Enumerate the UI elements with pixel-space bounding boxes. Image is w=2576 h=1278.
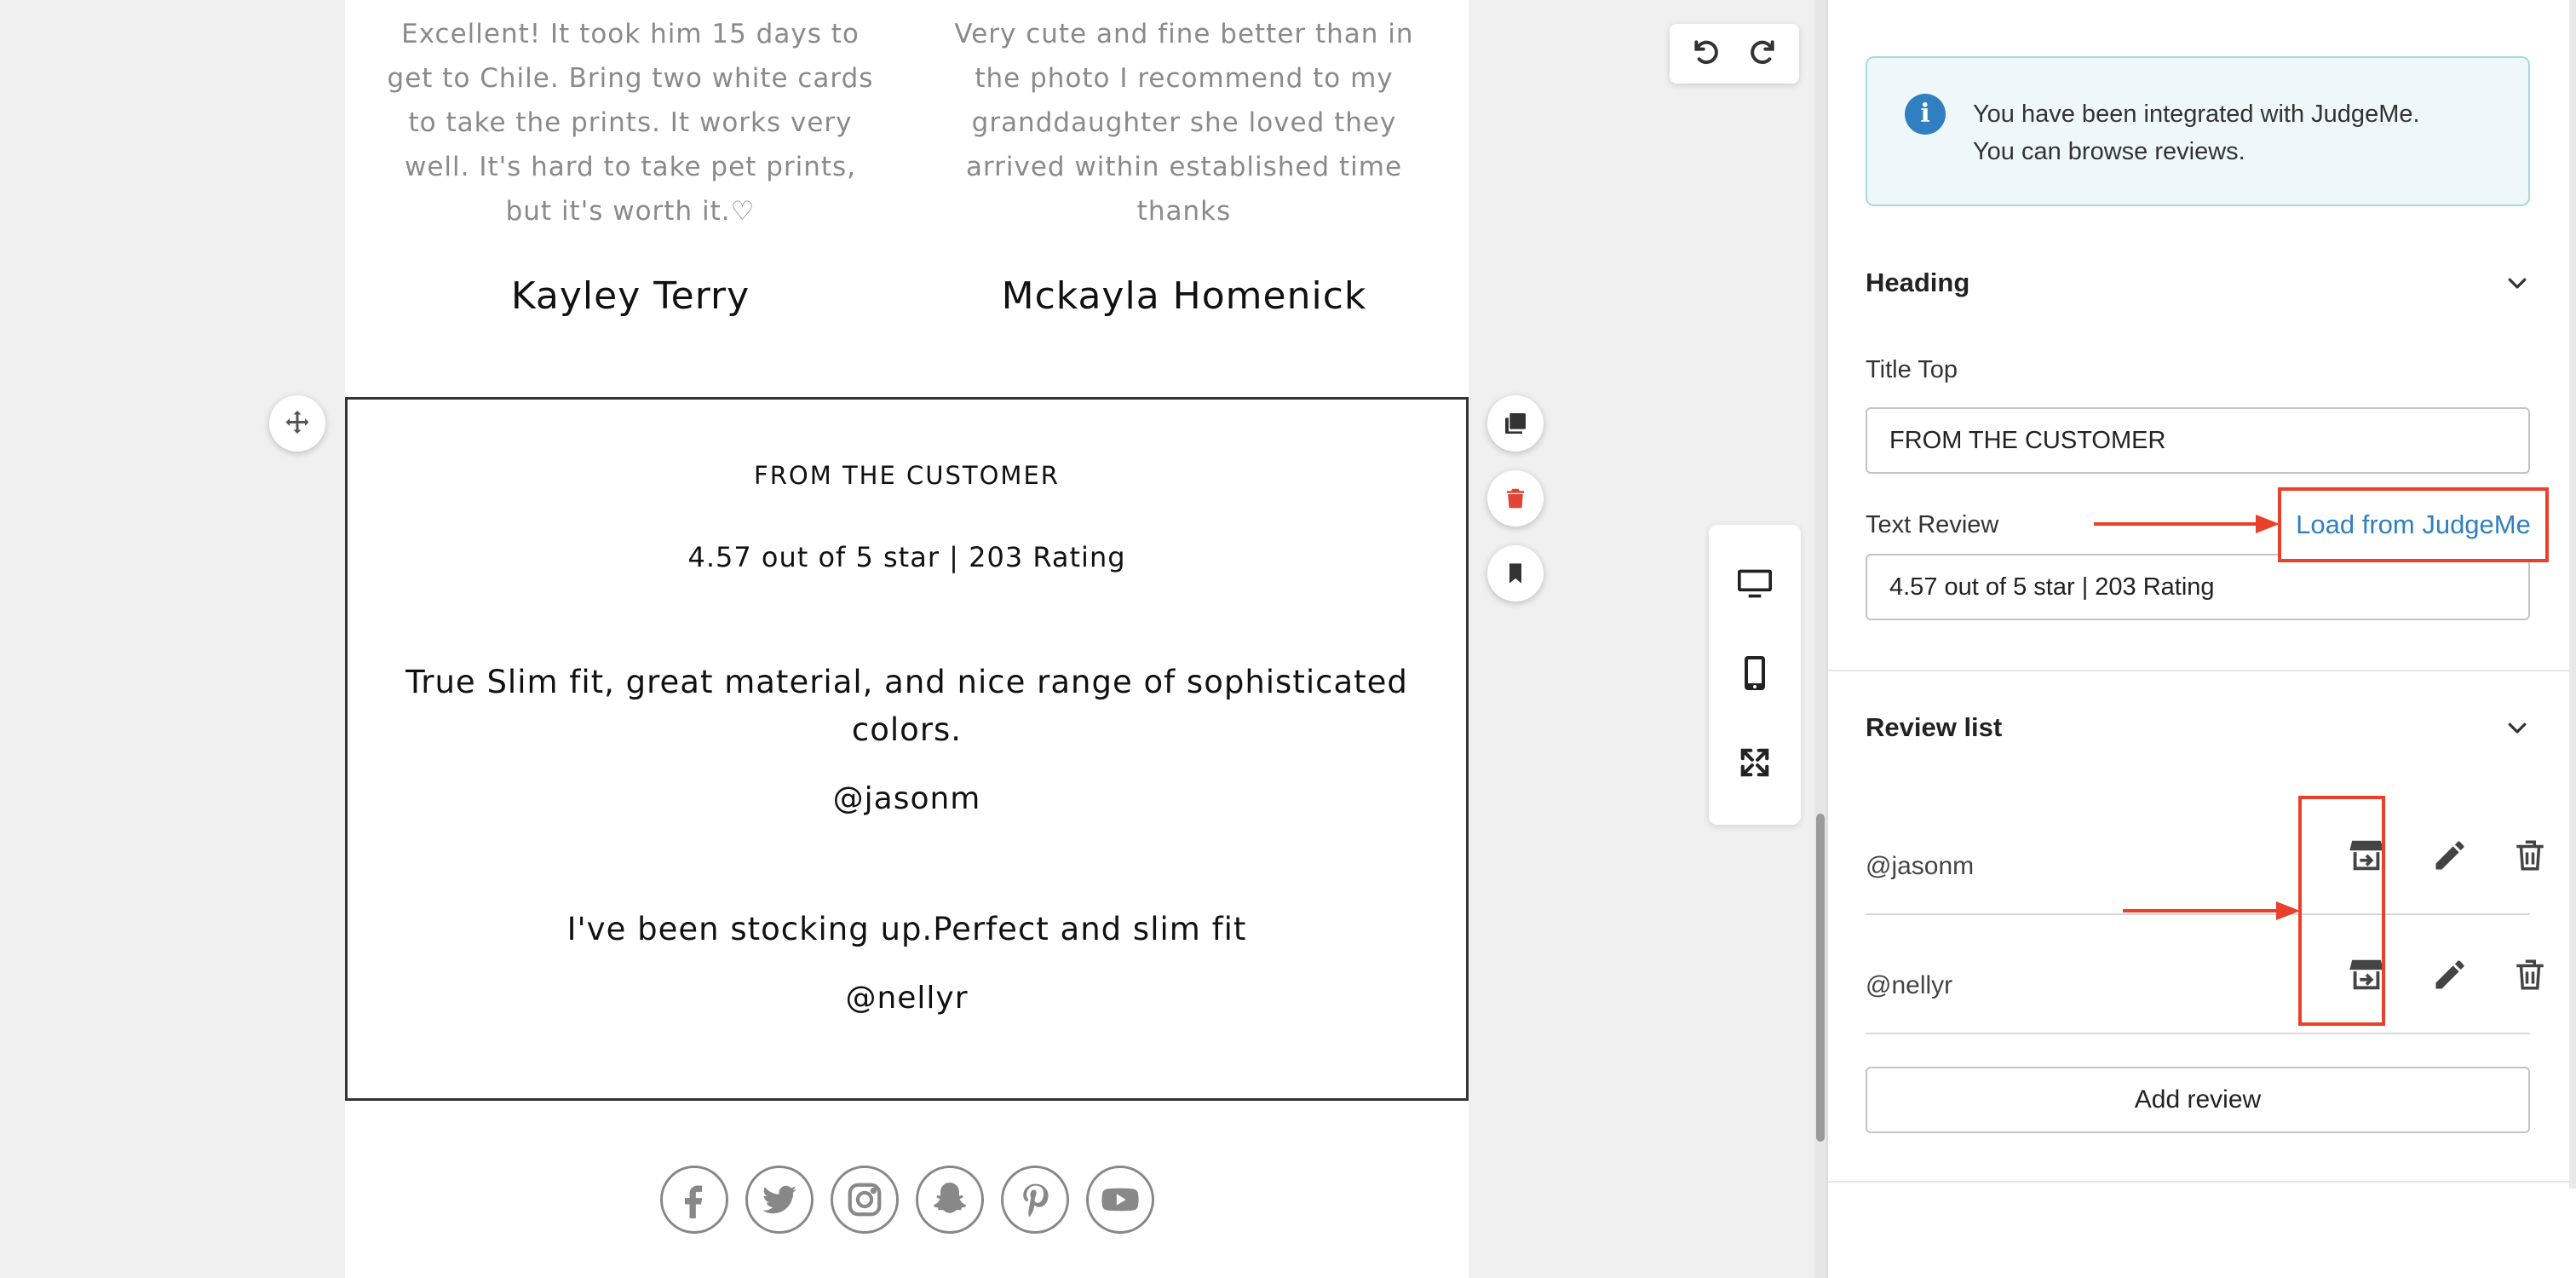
info-line: You have been integrated with JudgeMe. [1973,101,2420,128]
duplicate-icon [1505,413,1526,434]
redo-icon [1751,39,1774,64]
review-text: I've been stocking up.Perfect and slim f… [566,911,1247,947]
heading-section-title: Heading [1866,268,1970,297]
section-divider [1828,1181,2571,1183]
pencil-icon [2435,960,2464,989]
instagram-icon [831,1166,899,1234]
annotation-highlight-box [2298,796,2385,1026]
previous-review-text: Excellent! It took him 15 days to get to… [387,19,874,227]
review-list-item[interactable]: @jasonm [1866,796,2544,915]
move-handle-button[interactable] [269,395,325,452]
youtube-icon [1086,1166,1154,1234]
section-title-top: FROM THE CUSTOMER [754,461,1060,490]
pinterest-icon [1001,1166,1069,1234]
social-icons-row [660,1166,1154,1235]
canvas-scrollbar-thumb[interactable] [1816,814,1825,1142]
trash-icon [2516,959,2544,990]
edit-review-button[interactable] [2424,949,2475,1000]
move-icon [285,411,309,434]
undo-icon [1694,39,1718,64]
load-from-judgeme-button[interactable]: Load from JudgeMe [2278,487,2549,562]
previous-review-author: Kayley Terry [510,274,750,318]
pencil-icon [2435,841,2464,870]
annotation-arrow [2123,901,2300,920]
chevron-down-icon [2508,278,2527,289]
section-rating-text: 4.57 out of 5 star | 203 Rating [687,541,1126,573]
snapchat-icon [916,1166,984,1234]
desktop-icon [1738,569,1772,598]
chevron-down-icon [2508,722,2527,734]
section-divider [1828,670,2571,671]
panel-scrollbar[interactable] [2569,0,2576,1189]
delete-review-button[interactable] [2504,949,2556,1000]
previous-review-author: Mckayla Homenick [1001,274,1367,318]
trash-icon [1507,488,1524,509]
twitter-icon [745,1166,814,1234]
duplicate-section-button[interactable] [1487,395,1544,452]
review-section[interactable]: FROM THE CUSTOMER 4.57 out of 5 star | 2… [345,397,1469,1101]
previous-review-text: Very cute and fine better than in the ph… [954,19,1414,227]
redo-button[interactable] [1745,35,1780,73]
facebook-icon [660,1166,728,1234]
trash-icon [2516,840,2544,871]
delete-review-button[interactable] [2504,830,2556,881]
review-list-section-title: Review list [1866,712,2003,742]
mobile-view-button[interactable] [1742,654,1768,696]
text-review-input[interactable] [1866,554,2530,620]
settings-panel: i You have been integrated with JudgeMe.… [1826,0,2576,1278]
undo-button[interactable] [1689,35,1723,73]
review-list-author: @jasonm [1866,852,1975,880]
expand-icon [1740,748,1769,777]
text-review-label: Text Review [1866,511,1999,538]
history-toolbar [1670,24,1799,83]
desktop-view-button[interactable] [1736,567,1774,605]
annotation-arrow [2094,515,2280,533]
delete-section-button[interactable] [1487,470,1544,527]
add-review-button[interactable]: Add review [1866,1067,2530,1133]
review-text: True Slim fit, great material, and nice … [405,664,1408,748]
device-preview-toolbar [1709,525,1801,825]
info-icon: i [1905,94,1946,135]
review-list-item[interactable]: @nellyr [1866,915,2544,1034]
bookmark-icon [1509,563,1521,584]
integration-info-banner: i You have been integrated with JudgeMe.… [1866,56,2530,206]
edit-review-button[interactable] [2424,830,2475,881]
heading-section-toggle[interactable]: Heading [1866,268,2530,298]
review-author: @jasonm [832,781,981,816]
review-list-section-toggle[interactable]: Review list [1866,712,2530,743]
review-author: @nellyr [845,981,969,1016]
review-list-author: @nellyr [1866,971,1953,999]
title-top-label: Title Top [1866,356,1958,383]
mobile-icon [1745,656,1765,691]
info-line: You can browse reviews. [1973,138,2245,165]
save-section-button[interactable] [1487,545,1544,602]
fullscreen-button[interactable] [1739,746,1771,783]
title-top-input[interactable] [1866,407,2530,474]
